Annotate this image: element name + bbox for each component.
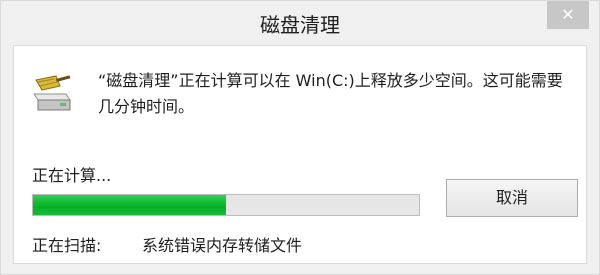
dialog-message: “磁盘清理”正在计算可以在 Win(C:)上释放多少空间。这可能需要几分钟时间。 [98, 71, 563, 116]
disk-cleanup-icon [33, 75, 71, 111]
progress-fill [33, 195, 226, 215]
titlebar[interactable]: 磁盘清理 ✕ [1, 1, 599, 45]
cancel-button[interactable]: 取消 [446, 179, 578, 217]
scan-value: 系统错误内存转储文件 [142, 236, 303, 255]
close-button[interactable]: ✕ [547, 1, 589, 29]
progress-bar [32, 194, 420, 216]
scan-label: 正在扫描: [32, 236, 102, 255]
dialog-body: “磁盘清理”正在计算可以在 Win(C:)上释放多少空间。这可能需要几分钟时间。… [13, 45, 587, 264]
disk-cleanup-window: 磁盘清理 ✕ “磁盘清理”正在计算可以在 Win(C:)上释放多少空间。这可能需… [0, 0, 600, 275]
close-icon: ✕ [561, 5, 575, 24]
status-label: 正在计算... [32, 166, 112, 185]
window-title: 磁盘清理 [260, 13, 340, 37]
